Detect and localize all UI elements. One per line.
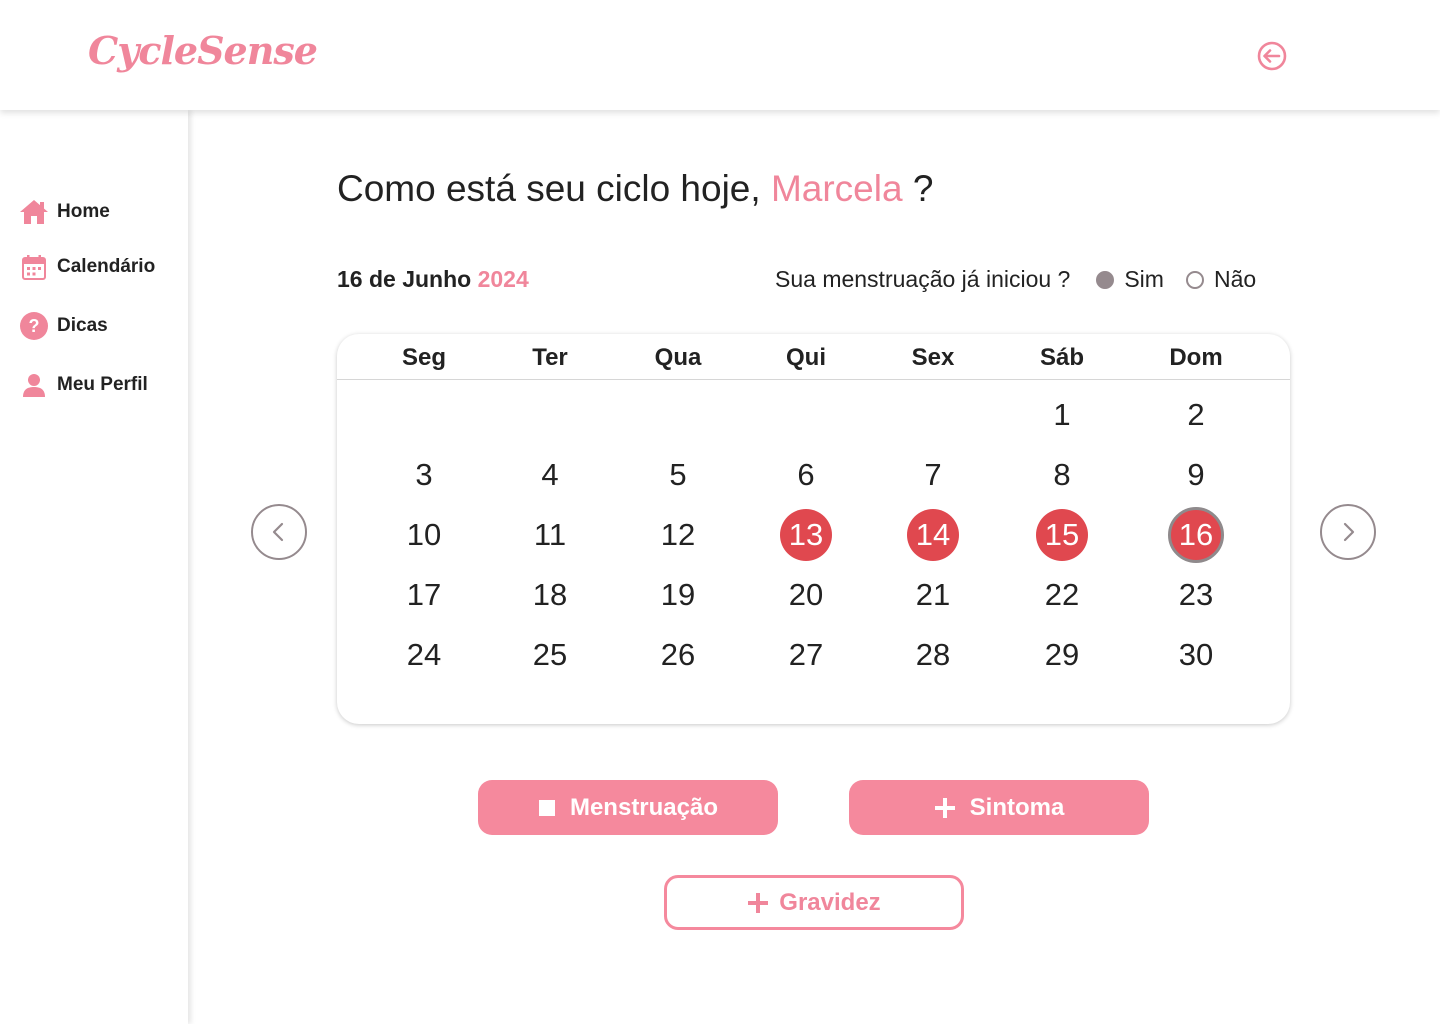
- add-pregnancy-button-label: Gravidez: [779, 888, 881, 916]
- add-symptom-button[interactable]: Sintoma: [849, 780, 1149, 835]
- calendar-day[interactable]: 1: [1036, 389, 1088, 441]
- calendar-weekday-header: Seg Ter Qua Qui Sex Sáb Dom: [337, 334, 1290, 380]
- weekday-label: Qua: [654, 344, 702, 371]
- sidebar-item-home[interactable]: Home: [18, 196, 110, 228]
- calendar-day-today[interactable]: 16: [1168, 507, 1224, 563]
- sidebar-item-label: Dicas: [57, 315, 108, 336]
- help-icon: ?: [18, 310, 50, 342]
- calendar-day[interactable]: 12: [652, 509, 704, 561]
- calendar-day[interactable]: 22: [1036, 569, 1088, 621]
- calendar-day[interactable]: 24: [398, 629, 450, 681]
- calendar-day[interactable]: 25: [524, 629, 576, 681]
- calendar-day[interactable]: 27: [780, 629, 832, 681]
- calendar-day[interactable]: 5: [652, 449, 704, 501]
- plus-icon: [934, 797, 956, 819]
- sidebar-item-tips[interactable]: ? Dicas: [18, 310, 108, 342]
- calendar-day[interactable]: 28: [907, 629, 959, 681]
- greeting-suffix: ?: [912, 168, 934, 209]
- calendar-day[interactable]: 10: [398, 509, 450, 561]
- menstruation-button[interactable]: Menstruação: [478, 780, 778, 835]
- calendar-day[interactable]: 29: [1036, 629, 1088, 681]
- calendar-day[interactable]: 26: [652, 629, 704, 681]
- calendar-day[interactable]: 2: [1170, 389, 1222, 441]
- sidebar-item-label: Meu Perfil: [57, 374, 148, 395]
- sidebar-item-label: Home: [57, 201, 110, 222]
- radio-yes[interactable]: Sim: [1096, 266, 1164, 293]
- calendar-day[interactable]: 11: [524, 509, 576, 561]
- radio-yes-indicator: [1096, 270, 1115, 289]
- app-header: CycleSense: [0, 0, 1440, 110]
- logout-icon[interactable]: [1256, 40, 1288, 72]
- app-logo[interactable]: CycleSense: [88, 28, 318, 73]
- calendar-day[interactable]: 3: [398, 449, 450, 501]
- weekday-label: Qui: [786, 344, 826, 371]
- menstruation-button-label: Menstruação: [569, 793, 719, 821]
- greeting-prefix: Como está seu ciclo hoje,: [337, 168, 761, 209]
- weekday-label: Dom: [1169, 344, 1223, 371]
- chevron-right-icon: [1343, 522, 1355, 542]
- calendar-day[interactable]: 17: [398, 569, 450, 621]
- date-text: 16 de Junho: [337, 266, 472, 292]
- weekday-label: Sex: [911, 344, 955, 371]
- calendar-day[interactable]: 9: [1170, 449, 1222, 501]
- user-name: Marcela: [770, 168, 903, 209]
- home-icon: [18, 196, 50, 228]
- weekday-label: Seg: [401, 344, 446, 371]
- calendar-day[interactable]: 8: [1036, 449, 1088, 501]
- stop-square-icon: [538, 799, 556, 817]
- sidebar: Home Calendário ? Dicas Meu Perfil: [0, 110, 188, 1024]
- sidebar-item-profile[interactable]: Meu Perfil: [18, 369, 148, 401]
- calendar-day[interactable]: 6: [780, 449, 832, 501]
- calendar-day-period[interactable]: 14: [907, 509, 959, 561]
- calendar-day[interactable]: 18: [524, 569, 576, 621]
- page-title: Como está seu ciclo hoje, Marcela ?: [337, 168, 933, 210]
- calendar-day-period[interactable]: 15: [1036, 509, 1088, 561]
- question-label: Sua menstruação já iniciou ?: [775, 266, 1071, 292]
- calendar-day-period[interactable]: 13: [780, 509, 832, 561]
- sidebar-item-label: Calendário: [57, 256, 156, 277]
- calendar-day[interactable]: 4: [524, 449, 576, 501]
- calendar-day[interactable]: 20: [780, 569, 832, 621]
- svg-text:?: ?: [29, 316, 40, 336]
- user-icon: [18, 369, 50, 401]
- calendar-day[interactable]: 7: [907, 449, 959, 501]
- radio-no[interactable]: Não: [1185, 266, 1257, 293]
- radio-no-label: Não: [1213, 266, 1257, 292]
- plus-icon: [747, 892, 769, 914]
- calendar-day[interactable]: 21: [907, 569, 959, 621]
- chevron-left-icon: [272, 522, 284, 542]
- radio-yes-label: Sim: [1124, 266, 1164, 292]
- date-year: 2024: [477, 266, 529, 292]
- calendar-day[interactable]: 23: [1170, 569, 1222, 621]
- weekday-label: Sáb: [1039, 344, 1084, 371]
- current-date: 16 de Junho 2024: [337, 266, 529, 293]
- add-pregnancy-button[interactable]: Gravidez: [664, 875, 964, 930]
- next-month-button[interactable]: [1320, 504, 1376, 560]
- sidebar-item-calendar[interactable]: Calendário: [18, 251, 155, 283]
- previous-month-button[interactable]: [251, 504, 307, 560]
- calendar-icon: [18, 251, 50, 283]
- calendar-day[interactable]: 30: [1170, 629, 1222, 681]
- period-question: Sua menstruação já iniciou ? Sim Não: [775, 266, 1256, 293]
- calendar: Seg Ter Qua Qui Sex Sáb Dom 1 2 3 4 5 6 7 8 9 10 11 12 13 1…: [337, 334, 1290, 724]
- radio-no-indicator: [1185, 270, 1204, 289]
- weekday-label: Ter: [532, 344, 568, 371]
- add-symptom-button-label: Sintoma: [969, 793, 1065, 821]
- calendar-day[interactable]: 19: [652, 569, 704, 621]
